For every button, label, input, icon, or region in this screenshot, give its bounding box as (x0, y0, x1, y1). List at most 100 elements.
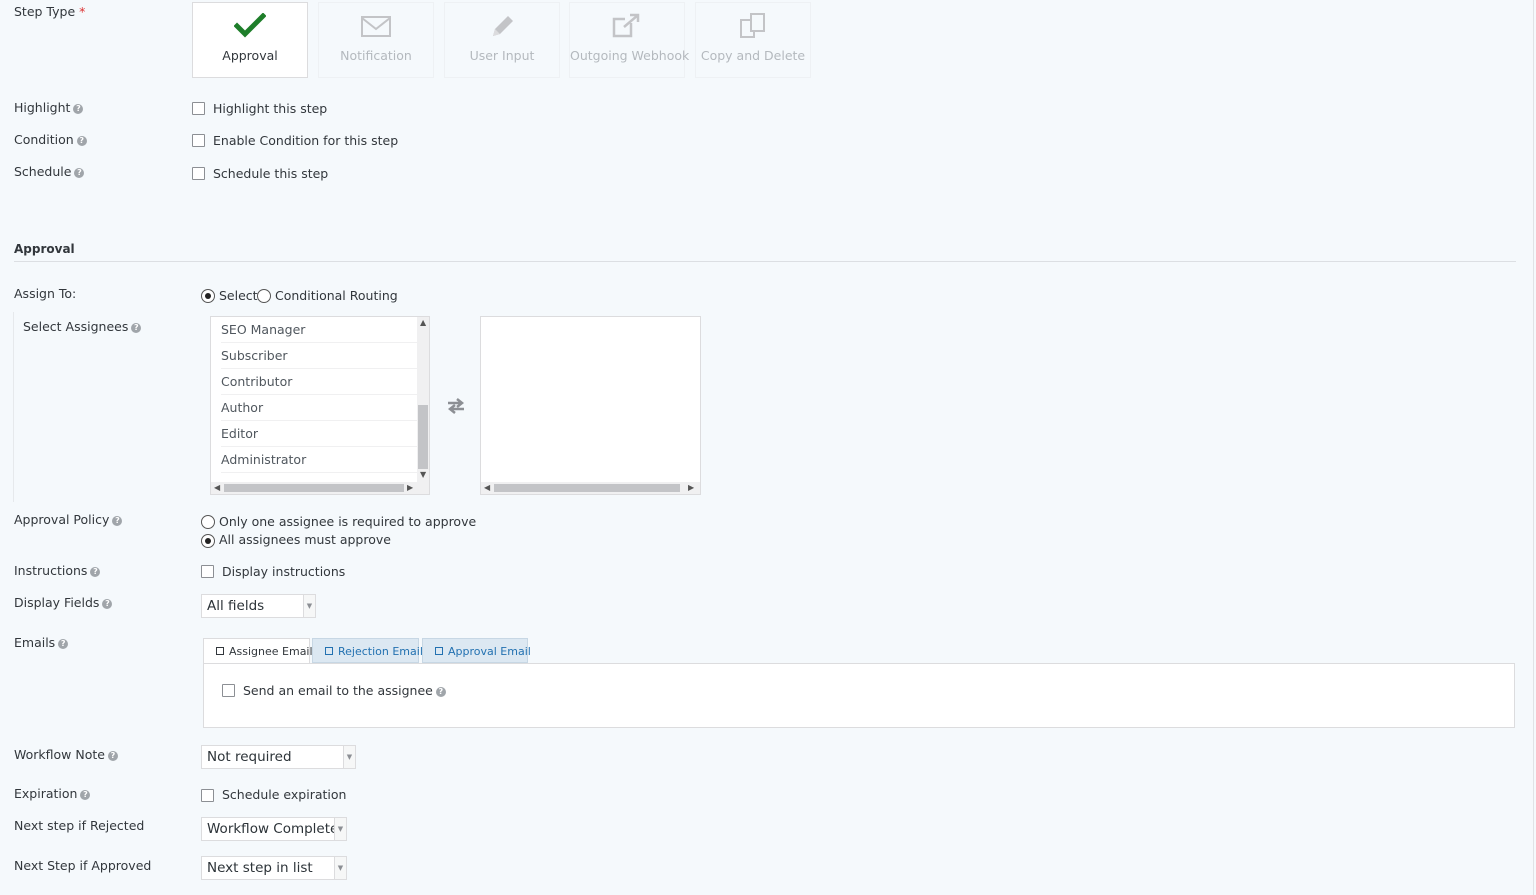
help-icon[interactable]: ? (80, 790, 91, 800)
next-approved-select[interactable]: Next step in list ▼ (201, 856, 347, 880)
help-icon[interactable]: ? (90, 567, 101, 577)
scroll-up-icon[interactable]: ▲ (420, 317, 426, 329)
select-assignees-label: Select Assignees? (23, 319, 142, 334)
scroll-left-icon[interactable]: ◀ (214, 482, 220, 494)
list-item[interactable]: Administrator (221, 447, 417, 473)
workflow-note-label: Workflow Note? (14, 747, 118, 762)
help-icon[interactable]: ? (76, 136, 87, 146)
step-type-copy-and-delete[interactable]: Copy and Delete (695, 2, 811, 78)
assign-conditional-routing-label: Conditional Routing (275, 288, 398, 303)
workflow-note-value: Not required (207, 749, 292, 765)
scroll-right-icon[interactable]: ▶ (407, 482, 413, 494)
expiration-option-label: Schedule expiration (222, 787, 347, 802)
highlight-option-label: Highlight this step (213, 101, 328, 116)
help-icon[interactable]: ? (73, 104, 84, 114)
schedule-label: Schedule? (14, 164, 85, 179)
instructions-label: Instructions? (14, 563, 101, 578)
checkbox-icon (325, 647, 333, 655)
tab-approval-email[interactable]: Approval Email (422, 638, 531, 663)
chevron-down-icon: ▼ (343, 746, 355, 768)
workflow-note-select[interactable]: Not required ▼ (201, 745, 356, 769)
next-approved-value: Next step in list (207, 860, 313, 876)
assign-select-radio[interactable] (201, 289, 215, 303)
selected-assignees-list[interactable]: ◀ ▶ (480, 316, 701, 495)
assign-conditional-routing-radio[interactable] (257, 289, 271, 303)
schedule-checkbox[interactable] (192, 167, 205, 180)
help-icon[interactable]: ? (58, 639, 69, 649)
step-type-label: Step Type * (14, 4, 86, 19)
policy-all-assignees-radio[interactable] (201, 534, 215, 548)
scrollbar-thumb[interactable] (224, 484, 404, 492)
help-icon[interactable]: ? (435, 687, 446, 697)
highlight-checkbox[interactable] (192, 102, 205, 115)
condition-label: Condition? (14, 132, 87, 147)
horizontal-scrollbar[interactable]: ◀ ▶ (481, 482, 700, 494)
copy-icon (740, 13, 765, 38)
policy-all-assignees-label: All assignees must approve (219, 532, 391, 547)
display-fields-select[interactable]: All fields ▼ (201, 594, 316, 618)
scrollbar-thumb[interactable] (494, 484, 680, 492)
instructions-option-label: Display instructions (222, 564, 346, 579)
list-item[interactable]: Subscriber (221, 343, 417, 369)
chevron-down-icon: ▼ (303, 595, 315, 617)
horizontal-scrollbar[interactable]: ◀ ▶ (211, 482, 429, 494)
chevron-down-icon: ▼ (334, 818, 346, 840)
assignee-email-panel: Send an email to the assignee? (203, 663, 1515, 728)
scroll-down-icon[interactable]: ▼ (420, 469, 426, 481)
tab-rejection-email[interactable]: Rejection Email (312, 638, 423, 663)
scroll-left-icon[interactable]: ◀ (484, 482, 490, 494)
available-assignees-list[interactable]: SEO Manager Subscriber Contributor Autho… (210, 316, 430, 495)
tab-assignee-email[interactable]: Assignee Email (203, 638, 313, 664)
emails-label: Emails? (14, 635, 69, 650)
help-icon[interactable]: ? (112, 516, 123, 526)
step-type-user-input[interactable]: User Input (444, 2, 560, 78)
step-type-copy-and-delete-label: Copy and Delete (700, 48, 806, 63)
page-edge (1533, 0, 1534, 895)
expiration-checkbox[interactable] (201, 789, 214, 802)
approval-policy-label: Approval Policy? (14, 512, 123, 527)
highlight-label: Highlight? (14, 100, 84, 115)
list-item[interactable]: SEO Manager (221, 317, 417, 343)
scrollbar-thumb[interactable] (418, 405, 428, 469)
next-approved-label: Next Step if Approved (14, 858, 152, 873)
list-item[interactable]: Contributor (221, 369, 417, 395)
step-type-notification-label: Notification (340, 48, 412, 63)
step-type-approval[interactable]: Approval (192, 2, 308, 78)
display-fields-value: All fields (207, 598, 265, 614)
help-icon[interactable]: ? (102, 599, 113, 609)
step-type-approval-label: Approval (222, 48, 278, 63)
policy-one-assignee-label: Only one assignee is required to approve (219, 514, 477, 529)
swap-arrows-icon[interactable] (446, 398, 466, 414)
assign-to-label: Assign To: (14, 286, 77, 301)
divider (14, 261, 1516, 262)
help-icon[interactable]: ? (107, 751, 118, 761)
schedule-option-label: Schedule this step (213, 166, 329, 181)
policy-one-assignee-radio[interactable] (201, 515, 215, 529)
instructions-checkbox[interactable] (201, 565, 214, 578)
step-type-user-input-label: User Input (469, 48, 535, 63)
list-item[interactable]: Author (221, 395, 417, 421)
list-item[interactable]: Editor (221, 421, 417, 447)
scroll-right-icon[interactable]: ▶ (688, 482, 694, 494)
condition-option-label: Enable Condition for this step (213, 133, 399, 148)
chevron-down-icon: ▼ (334, 857, 346, 879)
step-type-notification[interactable]: Notification (318, 2, 434, 78)
next-rejected-value: Workflow Complete (207, 821, 339, 837)
condition-checkbox[interactable] (192, 134, 205, 147)
section-title: Approval (14, 242, 75, 256)
next-rejected-select[interactable]: Workflow Complete ▼ (201, 817, 347, 841)
send-email-label: Send an email to the assignee? (243, 683, 446, 698)
expiration-label: Expiration? (14, 786, 91, 801)
next-rejected-label: Next step if Rejected (14, 818, 145, 833)
display-fields-label: Display Fields? (14, 595, 113, 610)
help-icon[interactable]: ? (131, 323, 142, 333)
send-email-checkbox[interactable] (222, 684, 235, 697)
step-type-outgoing-webhook-label: Outgoing Webhook (570, 48, 690, 63)
checkmark-icon (234, 13, 266, 38)
step-type-outgoing-webhook[interactable]: Outgoing Webhook (569, 2, 690, 78)
checkbox-icon (435, 647, 443, 655)
vertical-scrollbar[interactable]: ▲ ▼ (417, 317, 429, 483)
external-link-icon (612, 13, 640, 38)
envelope-icon (361, 16, 391, 37)
help-icon[interactable]: ? (74, 168, 85, 178)
